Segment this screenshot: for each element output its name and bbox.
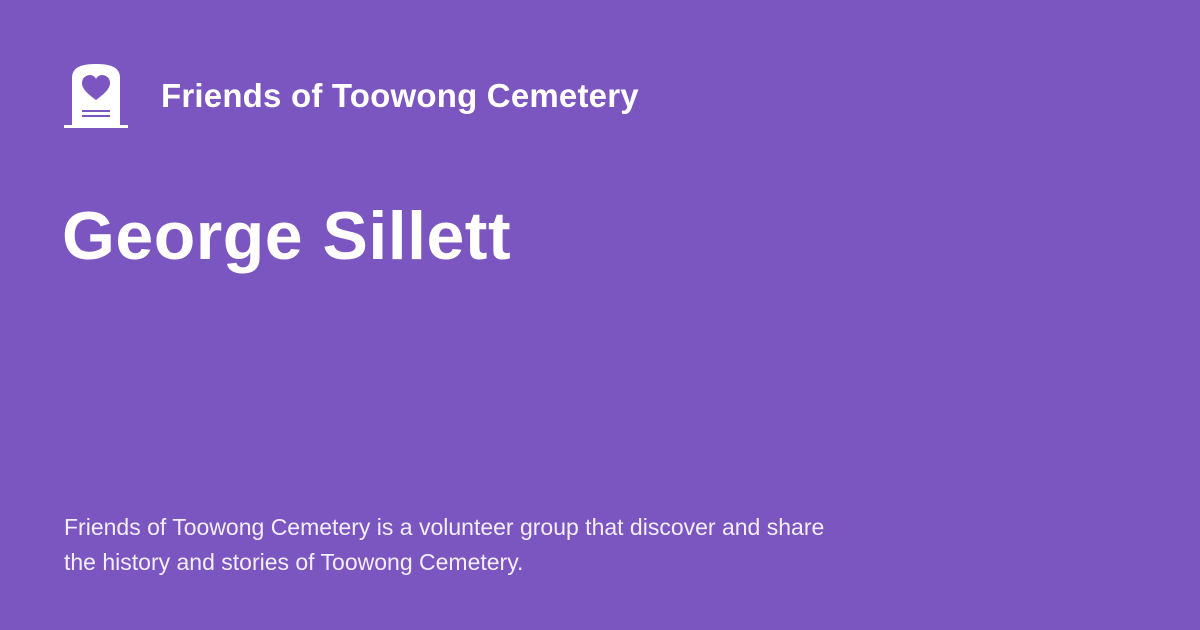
site-name: Friends of Toowong Cemetery (161, 77, 639, 114)
page-title: George Sillett (62, 198, 512, 274)
headstone-heart-icon (64, 64, 128, 128)
brand-header: Friends of Toowong Cemetery (64, 64, 639, 128)
site-description: Friends of Toowong Cemetery is a volunte… (64, 514, 825, 575)
social-share-card: Friends of Toowong Cemetery George Sille… (0, 0, 1200, 630)
